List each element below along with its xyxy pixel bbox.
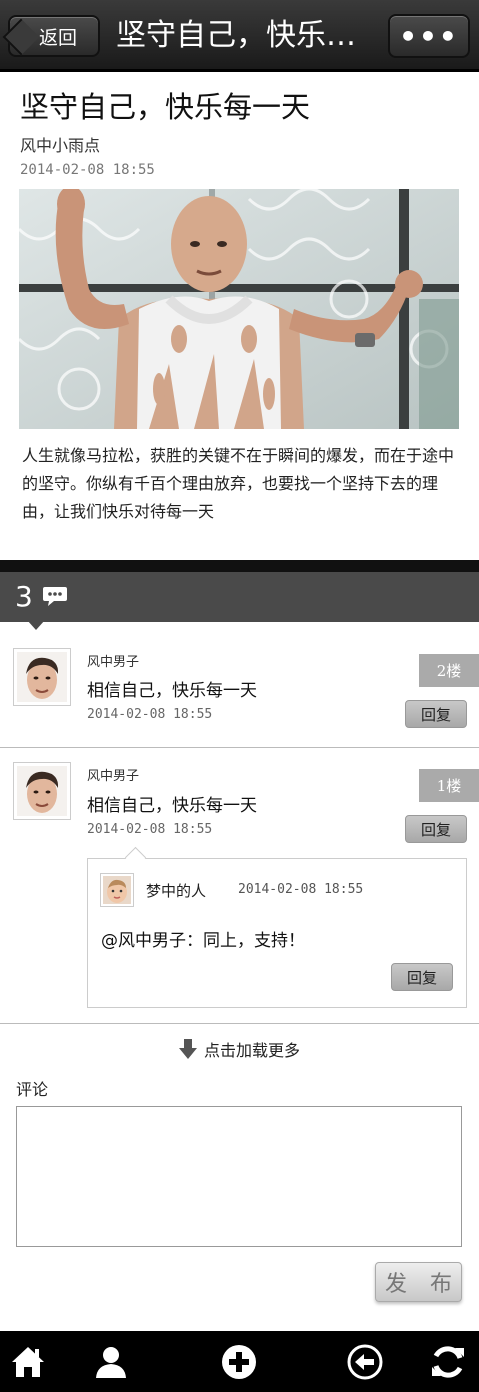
reply-date: 2014-02-08 18:55 <box>238 882 364 897</box>
avatar[interactable] <box>13 762 71 820</box>
article-author[interactable]: 风中小雨点 <box>20 132 100 156</box>
floor-badge: 2楼 <box>419 654 479 687</box>
reply-username[interactable]: 梦中的人 <box>146 880 206 901</box>
top-nav-bar: 返回 坚守自己，快乐每一天 ••• <box>0 0 479 72</box>
back-arrow-icon[interactable] <box>347 1344 383 1380</box>
article-image <box>19 189 459 429</box>
avatar[interactable] <box>13 648 71 706</box>
user-icon[interactable] <box>93 1344 129 1380</box>
bottom-toolbar <box>0 1331 479 1392</box>
reply-button[interactable]: 回复 <box>405 815 467 843</box>
comment-count: 3 <box>15 580 33 613</box>
comment-divider <box>0 747 479 748</box>
comment-date: 2014-02-08 18:55 <box>87 707 213 722</box>
user-avatar-icon <box>17 652 67 702</box>
baby-avatar-icon <box>103 876 131 904</box>
reply-button[interactable]: 回复 <box>391 963 453 991</box>
load-more-label: 点击加载更多 <box>204 1041 301 1060</box>
comment-label: 评论 <box>16 1080 49 1099</box>
article-body: 人生就像马拉松，获胜的关键不在于瞬间的爆发，而在于途中的坚守。你纵有千百个理由放… <box>22 446 455 521</box>
reply-text: @风中男子：同上，支持！ <box>101 931 305 951</box>
floor-badge: 1楼 <box>419 769 479 802</box>
more-options-button[interactable]: ••• <box>388 14 470 58</box>
comment-username[interactable]: 风中男子 <box>87 651 139 670</box>
speech-bubble-icon <box>43 587 67 606</box>
comments-header-bar: 3 <box>0 572 479 622</box>
page-title: 坚守自己，快乐每一天 <box>116 18 378 53</box>
reply-button[interactable]: 回复 <box>405 700 467 728</box>
load-more-link[interactable]: 点击加载更多 <box>178 1037 300 1061</box>
comments-bar-pointer <box>27 620 45 630</box>
comment-date: 2014-02-08 18:55 <box>87 822 213 837</box>
publish-button[interactable]: 发 布 <box>375 1262 462 1302</box>
add-icon[interactable] <box>221 1344 257 1380</box>
back-button[interactable]: 返回 <box>8 15 100 57</box>
comment-username[interactable]: 风中男子 <box>87 765 139 784</box>
comment-divider <box>0 1023 479 1024</box>
nested-reply-box: 梦中的人 2014-02-08 18:55 @风中男子：同上，支持！ 回复 <box>87 858 467 1008</box>
section-divider <box>0 560 479 572</box>
comment-text: 相信自己，快乐每一天 <box>87 681 257 701</box>
back-button-label: 返回 <box>38 26 77 49</box>
article-title: 坚守自己，快乐每一天 <box>20 90 311 124</box>
avatar[interactable] <box>100 873 134 907</box>
down-arrow-icon <box>179 1039 197 1059</box>
home-icon[interactable] <box>10 1344 46 1380</box>
user-avatar-icon <box>17 766 67 816</box>
comment-text: 相信自己，快乐每一天 <box>87 796 257 816</box>
refresh-icon[interactable] <box>430 1344 466 1380</box>
article-date: 2014-02-08 18:55 <box>20 162 155 178</box>
comment-textarea[interactable] <box>16 1106 462 1247</box>
article-photo <box>19 189 459 429</box>
